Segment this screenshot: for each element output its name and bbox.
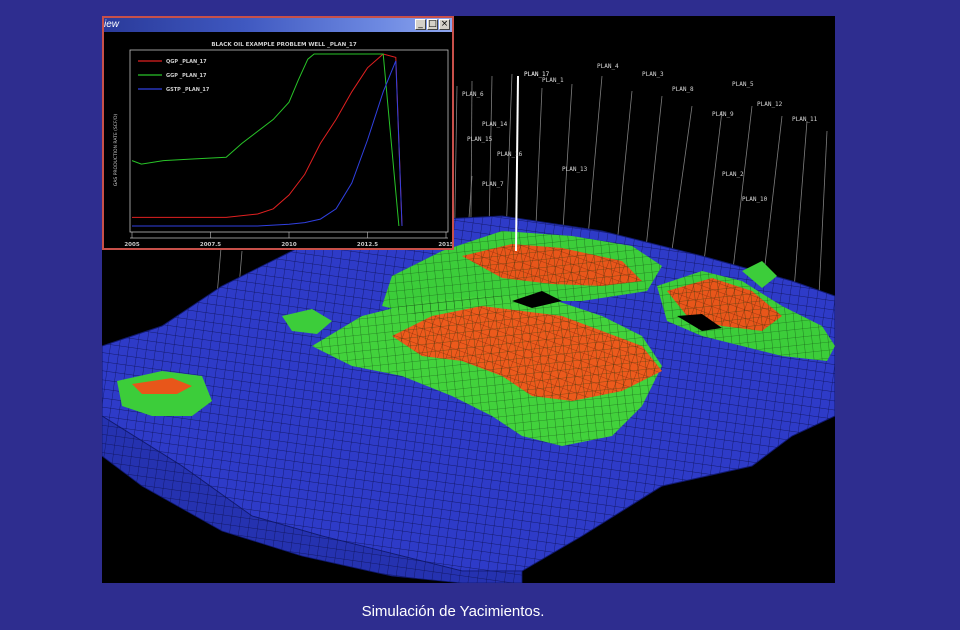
x-tick-label: 2012.5 — [357, 242, 378, 248]
well-label: PLAN_6 — [462, 91, 484, 98]
x-tick-label: 2010 — [281, 242, 296, 248]
well-label: PLAN_8 — [672, 86, 694, 93]
production-line-chart: BLACK OIL EXAMPLE PROBLEM WELL _PLAN_17 … — [104, 32, 452, 248]
x-tick-label: 2007.5 — [200, 242, 221, 248]
window-title: iew — [104, 19, 120, 30]
well-label: PLAN_16 — [497, 151, 523, 158]
x-tick-label: 2005 — [124, 242, 139, 248]
y-axis-label: GAS PRODUCTION RATE (SCF/D) — [113, 114, 119, 187]
legend-label-gstp: GSTP _PLAN_17 — [166, 87, 210, 93]
well-label: PLAN_3 — [642, 71, 664, 78]
well-label: PLAN_13 — [562, 166, 588, 173]
well-label: PLAN_14 — [482, 121, 508, 128]
well-label: PLAN_12 — [757, 101, 783, 108]
well-label: PLAN_5 — [732, 81, 754, 88]
minimize-button[interactable]: _ — [415, 19, 426, 30]
window-title-bar[interactable]: iew _ □ × — [104, 18, 452, 32]
well-label: PLAN_7 — [482, 181, 504, 188]
well-label: PLAN_9 — [712, 111, 734, 118]
well-label: PLAN_2 — [722, 171, 744, 178]
caption: Simulación de Yacimientos. — [361, 603, 545, 620]
well-label: PLAN_4 — [597, 63, 619, 70]
legend-label-ggp: GGP _PLAN_17 — [166, 73, 207, 79]
x-tick-label: 2015 — [438, 242, 452, 248]
well-label: PLAN_10 — [742, 196, 768, 203]
chart-title: BLACK OIL EXAMPLE PROBLEM WELL _PLAN_17 — [211, 42, 356, 48]
well-label: PLAN_11 — [792, 116, 818, 123]
plot-window[interactable]: iew _ □ × BLACK OIL EXAMPLE PROBLEM WELL… — [102, 16, 454, 250]
maximize-button[interactable]: □ — [427, 19, 438, 30]
close-button[interactable]: × — [439, 19, 450, 30]
well-label: PLAN_15 — [467, 136, 493, 143]
legend-label-qgp: QGP _PLAN_17 — [166, 59, 207, 65]
well-label: PLAN_1 — [542, 77, 564, 84]
